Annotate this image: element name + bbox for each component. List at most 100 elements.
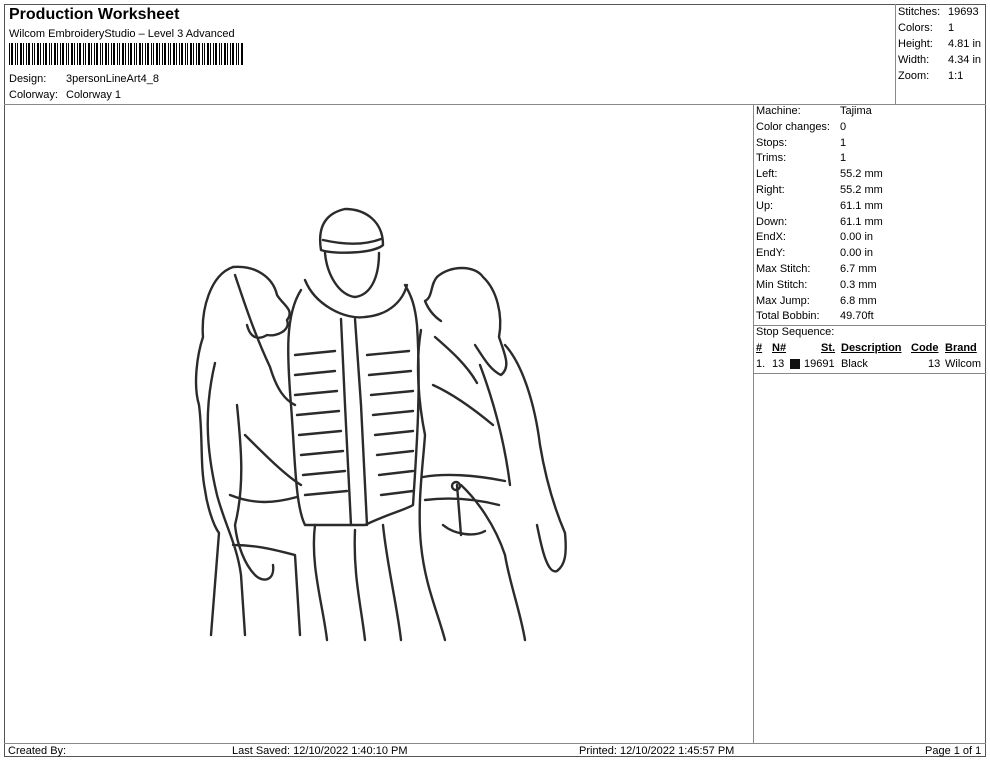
barcode-bar <box>156 43 158 65</box>
barcode-bar <box>57 43 58 65</box>
man-stripes <box>293 349 415 497</box>
colorway-name: Colorway 1 <box>66 89 122 101</box>
man-jeans <box>312 523 403 642</box>
barcode-bar <box>83 43 84 65</box>
param-label: Right: <box>756 184 785 196</box>
param-value: 0.00 in <box>840 247 874 260</box>
barcode-bar <box>96 43 98 65</box>
last-saved: Last Saved: 12/10/2022 1:40:10 PM <box>232 745 408 757</box>
param-label: Machine: <box>756 105 801 117</box>
barcode-bar <box>204 43 205 65</box>
param-label: EndY: <box>756 247 786 260</box>
right-woman-hair <box>435 266 508 377</box>
left-woman-hair-inner <box>233 273 297 407</box>
barcode-bar <box>49 43 50 65</box>
barcode-bar <box>179 43 180 65</box>
footer-divider <box>4 743 986 744</box>
barcode-bar <box>119 43 120 65</box>
param-row: EndY: 0.00 in <box>756 247 986 263</box>
barcode-bar <box>221 43 222 65</box>
col-brand: Brand <box>945 342 977 354</box>
barcode-bar <box>145 43 146 65</box>
param-value: 1 <box>840 152 847 165</box>
barcode-bar <box>176 43 177 65</box>
barcode-bar <box>37 43 39 65</box>
barcode-bar <box>43 43 44 65</box>
barcode-bar <box>102 43 103 65</box>
param-label: Up: <box>756 199 774 212</box>
barcode-bar <box>79 43 81 65</box>
param-value: 0.00 in <box>840 231 874 244</box>
barcode-bar <box>94 43 95 65</box>
software-name: Wilcom EmbroideryStudio – Level 3 Advanc… <box>9 28 235 40</box>
param-row: Up: 61.1 mm <box>756 200 986 216</box>
param-row: Trims: 1 <box>756 152 986 168</box>
col-needle: N# <box>772 342 787 354</box>
param-value: 6.8 mm <box>840 294 877 307</box>
barcode-bar <box>227 43 228 65</box>
barcode-bar <box>122 43 124 65</box>
barcode-bar <box>9 43 10 65</box>
barcode-bar <box>159 43 160 65</box>
barcode-bar <box>32 43 33 65</box>
barcode-bar <box>62 43 64 65</box>
param-row: Total Bobbin: 49.70ft <box>756 310 986 326</box>
barcode-bar <box>202 43 203 65</box>
barcode-bar <box>117 43 118 65</box>
barcode-bar <box>190 43 192 65</box>
barcode-bar <box>91 43 92 65</box>
barcode-bar <box>207 43 209 65</box>
barcode-bar <box>54 43 56 65</box>
barcode-bar <box>125 43 126 65</box>
barcode-bar <box>15 43 16 65</box>
man-zip <box>339 317 369 527</box>
barcode-bar <box>20 43 22 65</box>
param-label: Max Stitch: <box>756 263 811 275</box>
barcode-bar <box>168 43 169 65</box>
param-label: Left: <box>756 168 778 181</box>
colorway-label: Colorway: <box>9 89 58 101</box>
col-num: # <box>756 342 763 354</box>
col-description: Description <box>841 342 902 354</box>
param-value: Tajima <box>840 105 872 117</box>
barcode-bar <box>187 43 188 65</box>
col-code: Code <box>911 342 939 354</box>
barcode-bar <box>23 43 24 65</box>
params-divider <box>753 104 754 744</box>
param-value: 0 <box>840 120 847 133</box>
barcode-bar <box>185 43 186 65</box>
param-value: 55.2 mm <box>840 184 883 196</box>
param-label: Color changes: <box>756 120 830 133</box>
man-hat <box>318 207 385 254</box>
printed-date: Printed: 12/10/2022 1:45:57 PM <box>579 745 735 757</box>
barcode-bar <box>45 43 47 65</box>
param-row: Max Jump: 6.8 mm <box>756 295 986 311</box>
barcode-bar <box>34 43 35 65</box>
barcode-bar <box>164 43 166 65</box>
param-label: Stops: <box>756 136 788 149</box>
man-jacket <box>286 283 420 527</box>
param-value: 55.2 mm <box>840 168 883 181</box>
barcode-bar <box>74 43 75 65</box>
barcode-bar <box>213 43 214 65</box>
param-row: Color changes: 0 <box>756 121 986 137</box>
barcode-bar <box>66 43 67 65</box>
param-label: Max Jump: <box>756 294 810 307</box>
param-value: 0.3 mm <box>840 278 877 291</box>
left-woman-hair <box>194 265 235 637</box>
barcode-bar <box>40 43 41 65</box>
page-number: Page 1 of 1 <box>925 745 982 757</box>
stops-bottom-divider <box>753 373 986 374</box>
param-row: EndX: 0.00 in <box>756 231 986 247</box>
barcode-bar <box>77 43 78 65</box>
barcode-bar <box>26 43 27 65</box>
worksheet-title: Production Worksheet <box>9 6 180 23</box>
barcode <box>9 43 243 65</box>
param-value: 61.1 mm <box>840 215 883 228</box>
barcode-bar <box>139 43 141 65</box>
summary-row-stitches: Stitches: 19693 <box>898 6 979 18</box>
barcode-bar <box>105 43 107 65</box>
barcode-bar <box>215 43 217 65</box>
barcode-bar <box>236 43 237 65</box>
barcode-bar <box>196 43 197 65</box>
